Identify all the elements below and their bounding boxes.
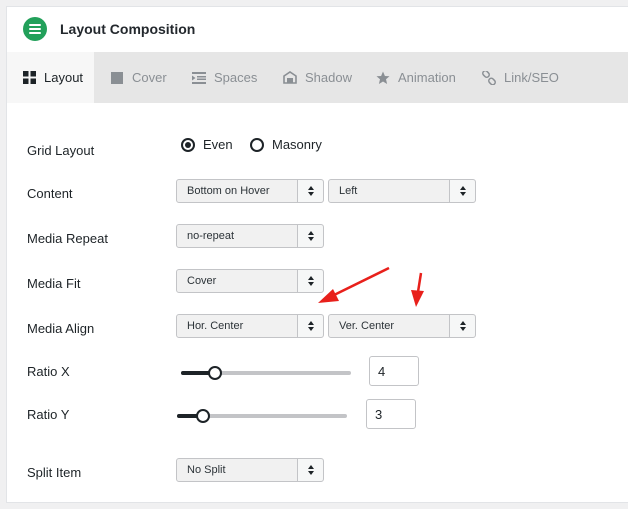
spacing-icon [192, 71, 206, 85]
content-position-select[interactable]: Bottom on Hover [176, 179, 324, 203]
tab-label: Shadow [305, 70, 352, 85]
split-item-label: Split Item [27, 465, 82, 480]
square-icon [110, 71, 124, 85]
panel-header: Layout Composition [7, 7, 628, 51]
media-align-vertical-select[interactable]: Ver. Center [328, 314, 476, 338]
select-value: no-repeat [187, 230, 235, 242]
media-align-horizontal-select[interactable]: Hor. Center [176, 314, 324, 338]
ratio-x-input[interactable]: 4 [369, 356, 419, 386]
media-fit-label: Media Fit [27, 276, 81, 291]
select-value: Hor. Center [187, 320, 244, 332]
select-value: No Split [187, 464, 226, 476]
select-arrows-icon [297, 180, 323, 202]
tab-layout[interactable]: Layout [7, 52, 94, 103]
radio-circle [250, 137, 264, 152]
select-arrows-icon [297, 270, 323, 292]
ratio-y-input[interactable]: 3 [366, 399, 416, 429]
select-arrows-icon [297, 225, 323, 247]
ratio-x-label: Ratio X [27, 364, 70, 379]
grid-layout-label: Grid Layout [27, 143, 95, 158]
media-fit-select[interactable]: Cover [176, 269, 324, 293]
ratio-x-slider[interactable] [181, 366, 351, 380]
tab-spaces[interactable]: Spaces [192, 52, 257, 103]
select-arrows-icon [297, 459, 323, 481]
tab-label: Link/SEO [504, 70, 559, 85]
ratio-y-slider[interactable] [177, 409, 347, 423]
link-icon [482, 70, 496, 85]
tab-label: Layout [44, 70, 84, 85]
tab-link-seo[interactable]: Link/SEO [482, 52, 559, 103]
tab-label: Spaces [214, 70, 258, 85]
radio-label: Even [203, 137, 233, 152]
tab-bar: Layout Cover Spaces Shadow Animation Lin… [7, 52, 628, 103]
tab-label: Cover [132, 70, 167, 85]
content-label: Content [27, 186, 73, 201]
tab-cover[interactable]: Cover [110, 52, 167, 103]
select-value: Ver. Center [339, 320, 395, 332]
tab-shadow[interactable]: Shadow [283, 52, 352, 103]
select-arrows-icon [297, 315, 323, 337]
media-repeat-label: Media Repeat [27, 231, 108, 246]
shadow-icon [283, 71, 297, 85]
tab-animation[interactable]: Animation [376, 52, 456, 103]
select-value: Bottom on Hover [187, 185, 270, 197]
ratio-y-label: Ratio Y [27, 407, 70, 422]
radio-even[interactable]: Even [181, 137, 233, 152]
slider-thumb[interactable] [196, 409, 210, 423]
tab-label: Animation [398, 70, 456, 85]
slider-thumb[interactable] [208, 366, 222, 380]
radio-circle-checked [181, 137, 195, 152]
select-arrows-icon [449, 180, 475, 202]
media-repeat-select[interactable]: no-repeat [176, 224, 324, 248]
panel-title: Layout Composition [60, 21, 196, 37]
content-align-select[interactable]: Left [328, 179, 476, 203]
select-arrows-icon [449, 315, 475, 337]
select-value: Left [339, 185, 358, 197]
settings-panel: Layout Composition Layout Cover Spaces S… [6, 6, 628, 503]
menu-icon[interactable] [23, 17, 47, 41]
radio-masonry[interactable]: Masonry [250, 137, 322, 152]
grid-icon [22, 71, 36, 85]
split-item-select[interactable]: No Split [176, 458, 324, 482]
select-value: Cover [187, 275, 217, 287]
star-icon [376, 71, 390, 85]
media-align-label: Media Align [27, 321, 95, 336]
radio-label: Masonry [272, 137, 322, 152]
